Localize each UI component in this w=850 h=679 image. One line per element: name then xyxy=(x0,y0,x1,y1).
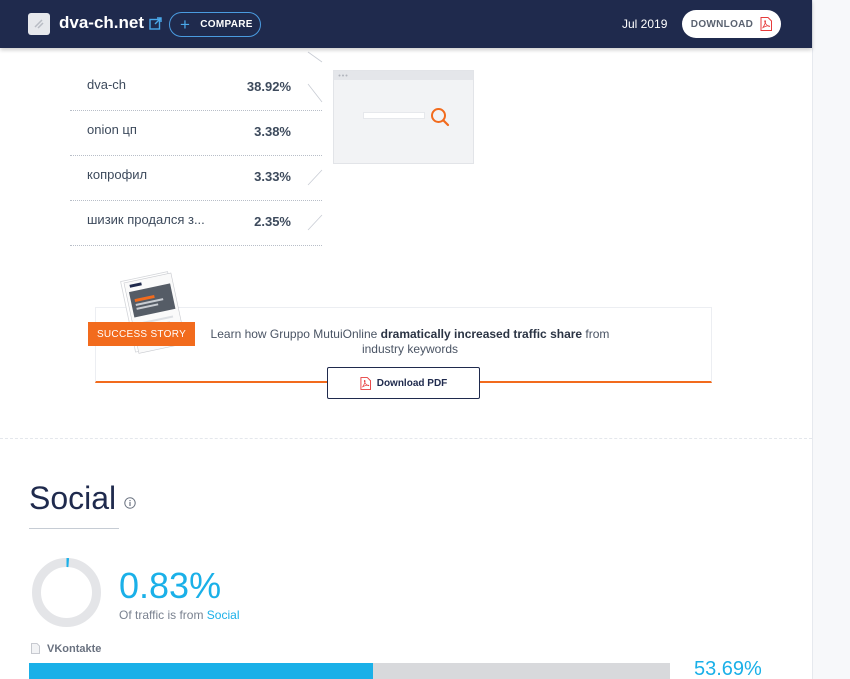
social-source-bar xyxy=(29,663,670,679)
site-favicon-icon xyxy=(28,13,50,35)
site-header: dva-ch.net + COMPARE Jul 2019 DOWNLOAD xyxy=(0,0,812,48)
browser-bar xyxy=(334,71,473,80)
keyword-name: onion цп xyxy=(87,122,137,137)
compare-label: COMPARE xyxy=(200,19,253,30)
info-icon[interactable] xyxy=(124,497,136,509)
date-selector[interactable]: Jul 2019 xyxy=(622,17,667,31)
compare-button[interactable]: + COMPARE xyxy=(169,12,261,37)
section-title: Social xyxy=(29,480,117,516)
download-button[interactable]: DOWNLOAD xyxy=(682,10,781,38)
keyword-name: шизик продался з... xyxy=(87,212,205,227)
social-traffic-caption: Of traffic is from Social xyxy=(119,608,240,622)
success-story-tag: SUCCESS STORY xyxy=(88,322,195,346)
pdf-icon xyxy=(760,17,773,31)
keyword-share: 3.33% xyxy=(254,169,291,184)
keyword-row[interactable]: копрофил 3.33% xyxy=(70,156,322,201)
keyword-row[interactable]: dva-ch 38.92% xyxy=(70,66,322,111)
plus-icon: + xyxy=(180,15,191,34)
social-share-donut xyxy=(32,558,101,627)
search-preview-image xyxy=(333,70,474,164)
download-pdf-label: Download PDF xyxy=(376,377,448,389)
keyword-name: копрофил xyxy=(87,167,148,182)
main-content: dva-ch.net + COMPARE Jul 2019 DOWNLOAD d… xyxy=(0,0,812,679)
keyword-list: dva-ch 38.92% onion цп 3.38% копрофил 3.… xyxy=(70,66,322,246)
keyword-row[interactable]: onion цп 3.38% xyxy=(70,111,322,156)
social-source-name[interactable]: VKontakte xyxy=(47,643,101,655)
social-link[interactable]: Social xyxy=(207,608,240,622)
download-pdf-button[interactable]: Download PDF xyxy=(327,367,480,399)
keyword-name: dva-ch xyxy=(87,77,127,92)
social-source-percent: 53.69% xyxy=(694,658,762,679)
site-name: dva-ch.net xyxy=(59,13,145,32)
page: dva-ch.net + COMPARE Jul 2019 DOWNLOAD d… xyxy=(0,0,850,679)
social-source-bar-fill xyxy=(29,663,374,679)
right-gutter xyxy=(812,0,850,679)
pdf-icon xyxy=(360,376,371,390)
keyword-share: 38.92% xyxy=(246,79,291,94)
keyword-row[interactable]: шизик продался з... 2.35% xyxy=(70,201,322,246)
external-link-icon[interactable] xyxy=(149,17,162,30)
search-icon xyxy=(431,108,450,127)
banner-text: Learn how Gruppo MutuiOnline dramaticall… xyxy=(210,327,610,356)
document-icon xyxy=(31,643,40,654)
social-traffic-percent: 0.83% xyxy=(119,565,222,606)
keyword-share: 2.35% xyxy=(254,214,291,229)
title-underline xyxy=(29,528,119,529)
download-label: DOWNLOAD xyxy=(690,18,754,30)
keyword-share: 3.38% xyxy=(254,124,291,139)
search-box-illustration xyxy=(363,112,425,119)
section-divider xyxy=(0,438,812,439)
